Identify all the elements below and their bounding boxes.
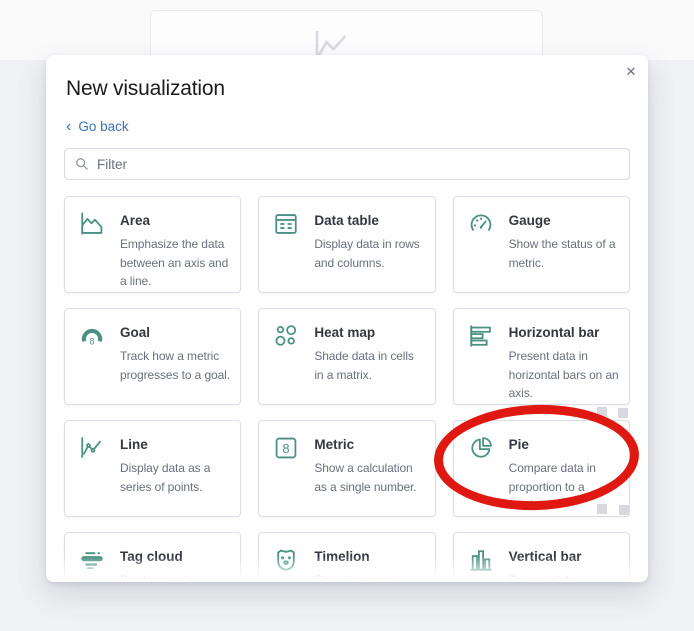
vis-type-card-timelion[interactable]: Timelion Show time series data on a graph… — [258, 532, 436, 582]
card-description: Shade data in cells in a matrix. — [314, 349, 414, 382]
new-visualization-modal: ✕ New visualization ‹ Go back Area Emphas… — [46, 55, 648, 582]
card-description: Present data in vertical bars on an axis… — [508, 573, 588, 582]
filter-search-box — [64, 148, 630, 180]
card-title: Area — [120, 213, 151, 228]
vertical-bar-icon — [468, 547, 494, 573]
timelion-icon — [273, 547, 299, 573]
card-description: Track how a metric progresses to a goal. — [120, 349, 230, 382]
vis-type-card-gauge[interactable]: Gauge Show the status of a metric. — [452, 196, 630, 293]
vis-type-card-line[interactable]: Line Display data as a series of points. — [64, 420, 242, 517]
data-table-icon — [273, 211, 299, 237]
card-title: Tag cloud — [120, 549, 183, 564]
card-title: Gauge — [508, 213, 551, 228]
vis-type-grid: Area Emphasize the data between an axis a… — [64, 196, 630, 582]
vis-type-card-tag-cloud[interactable]: Tag cloud Display word frequency with fon… — [64, 532, 242, 582]
card-description: Show the status of a metric. — [508, 237, 616, 270]
card-description: Present data in horizontal bars on an ax… — [508, 349, 619, 400]
filter-input[interactable] — [97, 156, 619, 172]
card-title: Timelion — [314, 549, 370, 564]
metric-icon: 8 — [273, 435, 299, 461]
go-back-label: Go back — [78, 119, 129, 134]
goal-icon: 8 — [79, 323, 105, 349]
card-description: Display data in rows and columns. — [314, 237, 420, 270]
vis-type-card-horizontal-bar[interactable]: Horizontal bar Present data in horizontal… — [452, 308, 630, 405]
card-title: Line — [120, 437, 148, 452]
card-description: Show a calculation as a single number. — [314, 461, 417, 494]
go-back-link[interactable]: ‹ Go back — [66, 118, 129, 135]
card-title: Vertical bar — [508, 549, 582, 564]
heat-map-icon — [273, 323, 299, 349]
horizontal-bar-icon — [468, 323, 494, 349]
vis-type-card-heat-map[interactable]: Heat map Shade data in cells in a matrix. — [258, 308, 436, 405]
close-icon[interactable]: ✕ — [619, 60, 643, 84]
svg-text:8: 8 — [90, 336, 95, 346]
card-title: Pie — [508, 437, 529, 452]
card-description: Display data as a series of points. — [120, 461, 211, 494]
card-title: Horizontal bar — [508, 325, 600, 340]
vis-type-card-pie[interactable]: Pie Compare data in proportion to a whole… — [452, 420, 630, 517]
card-description: Compare data in proportion to a whole. — [508, 461, 596, 512]
vis-type-card-vertical-bar[interactable]: Vertical bar Present data in vertical bar… — [452, 532, 630, 582]
area-chart-icon — [79, 211, 105, 237]
chevron-left-icon: ‹ — [66, 118, 72, 135]
card-title: Data table — [314, 213, 379, 228]
card-title: Metric — [314, 437, 355, 452]
vis-type-card-data-table[interactable]: Data table Display data in rows and colum… — [258, 196, 436, 293]
vis-type-card-area[interactable]: Area Emphasize the data between an axis a… — [64, 196, 242, 293]
search-icon — [76, 158, 88, 170]
card-title: Heat map — [314, 325, 376, 340]
gauge-icon — [468, 211, 494, 237]
pie-chart-icon — [468, 435, 494, 461]
card-description: Emphasize the data between an axis and a… — [120, 237, 229, 288]
tag-cloud-icon — [79, 547, 105, 573]
card-description: Show time series data on a graph. — [314, 573, 405, 582]
card-title: Goal — [120, 325, 151, 340]
page-title: New visualization — [66, 77, 225, 100]
vis-type-card-goal[interactable]: 8 Goal Track how a metric progresses to a … — [64, 308, 242, 405]
line-chart-icon — [79, 435, 105, 461]
card-description: Display word frequency with font size. — [120, 573, 188, 582]
svg-text:8: 8 — [283, 441, 290, 456]
vis-type-card-metric[interactable]: 8 Metric Show a calculation as a single nu… — [258, 420, 436, 517]
